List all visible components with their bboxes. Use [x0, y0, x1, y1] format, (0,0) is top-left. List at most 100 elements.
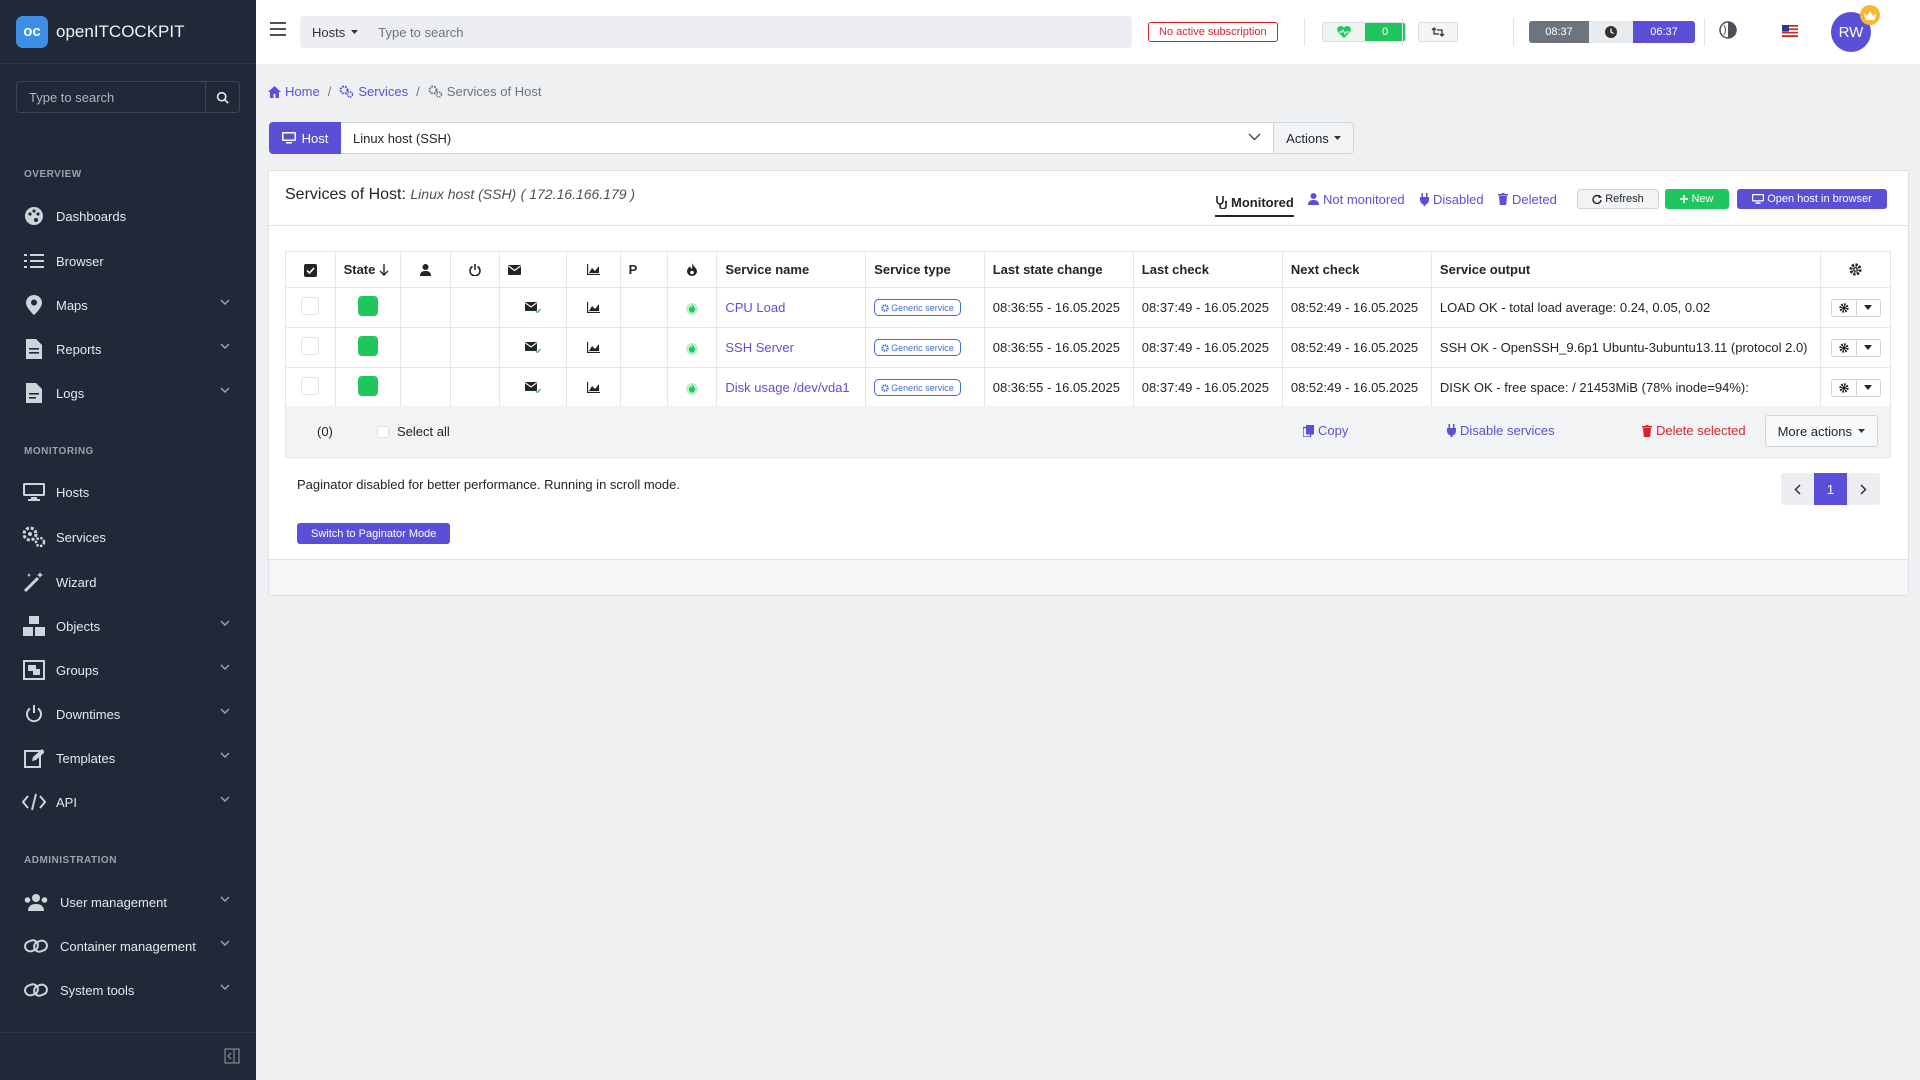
graph-cell[interactable] [566, 367, 621, 408]
sidebar-item-hosts[interactable]: Hosts [0, 474, 256, 510]
host-select[interactable]: Linux host (SSH) [341, 122, 1274, 154]
user-icon [420, 263, 432, 276]
sidebar-item-system-tools[interactable]: System tools [0, 972, 256, 1008]
sidebar-item-logs[interactable]: Logs [0, 375, 256, 411]
sidebar-item-dashboards[interactable]: Dashboards [0, 198, 256, 234]
last-check-cell: 08:37:49 - 16.05.2025 [1132, 367, 1283, 408]
sidebar-item-browser[interactable]: Browser [0, 243, 256, 279]
us-flag-icon[interactable] [1782, 25, 1798, 37]
select-all-checkbox[interactable] [377, 425, 389, 438]
desktop-icon [281, 132, 296, 144]
sidebar-item-maps[interactable]: Maps [0, 287, 256, 323]
system-health-indicator[interactable]: 0 [1322, 22, 1406, 42]
more-actions-dropdown[interactable]: More actions [1764, 415, 1878, 447]
subscription-badge[interactable]: No active subscription [1148, 22, 1278, 42]
table-row[interactable]: Disk usage /dev/vda1 Generic service 08:… [285, 367, 1891, 408]
pagination-page[interactable]: 1 [1814, 473, 1847, 505]
sidebar-search-input[interactable] [17, 82, 205, 112]
cubes-icon [22, 614, 46, 638]
downtime-cell [449, 287, 501, 328]
select-all-toggle[interactable]: Select all [377, 424, 450, 439]
breadcrumb-services[interactable]: Services [339, 84, 408, 99]
table-row[interactable]: SSH Server Generic service 08:36:55 - 16… [285, 327, 1891, 368]
pagination-prev[interactable] [1781, 473, 1814, 505]
row-actions-dropdown[interactable] [1830, 378, 1881, 397]
sidebar-item-groups[interactable]: Groups [0, 652, 256, 688]
divider [1402, 18, 1403, 46]
menu-toggle-button[interactable] [270, 22, 286, 36]
disable-services-button[interactable]: Disable services [1447, 423, 1555, 438]
row-checkbox[interactable] [301, 337, 320, 355]
service-type-label: Generic service [891, 302, 954, 313]
open-host-in-browser-button[interactable]: Open host in browser [1737, 189, 1887, 209]
search-scope-dropdown[interactable]: Hosts [300, 16, 370, 48]
table-row[interactable]: CPU Load Generic service 08:36:55 - 16.0… [285, 287, 1891, 328]
acknowledged-column-header[interactable] [400, 251, 451, 288]
service-output-column-header[interactable]: Service output [1430, 251, 1822, 288]
row-checkbox[interactable] [301, 377, 320, 395]
row-actions-dropdown[interactable] [1830, 338, 1881, 357]
global-search-input[interactable] [370, 24, 1132, 40]
service-type-column-header[interactable]: Service type [865, 251, 985, 288]
sidebar-item-objects[interactable]: Objects [0, 608, 256, 644]
chevron-down-icon [220, 387, 230, 393]
copy-button[interactable]: Copy [1303, 423, 1348, 438]
sidebar-item-user-management[interactable]: User management [0, 884, 256, 920]
sidebar-item-reports[interactable]: Reports [0, 331, 256, 367]
sidebar-item-label: Templates [56, 750, 116, 766]
trash-icon [1642, 424, 1652, 437]
clock-display[interactable]: 08:37 06:37 [1529, 21, 1695, 43]
sidebar-item-wizard[interactable]: Wizard [0, 564, 256, 600]
gear-icon [1832, 340, 1856, 356]
next-check-column-header[interactable]: Next check [1281, 251, 1432, 288]
breadcrumb-home[interactable]: Home [268, 84, 320, 99]
pagination-next[interactable] [1847, 473, 1880, 505]
delete-selected-label: Delete selected [1656, 423, 1746, 438]
sidebar-item-label: Hosts [56, 484, 90, 500]
tab-disabled[interactable]: Disabled [1420, 189, 1484, 209]
host-button[interactable]: Host [269, 122, 341, 154]
sidebar-item-downtimes[interactable]: Downtimes [0, 696, 256, 732]
envelope-icon [508, 264, 522, 275]
flapping-column-header[interactable] [666, 251, 718, 288]
gear-icon [1832, 300, 1856, 316]
graph-column-header[interactable] [566, 251, 621, 288]
tab-not-monitored[interactable]: Not monitored [1308, 189, 1405, 209]
map-marker-icon [22, 293, 46, 317]
sidebar-item-api[interactable]: API [0, 784, 256, 820]
delete-selected-button[interactable]: Delete selected [1642, 423, 1746, 438]
select-all-header[interactable] [285, 251, 336, 288]
sync-button[interactable] [1418, 22, 1458, 42]
sidebar-item-container-management[interactable]: Container management [0, 928, 256, 964]
switch-paginator-mode-button[interactable]: Switch to Paginator Mode [297, 523, 451, 544]
sidebar-item-services[interactable]: Services [0, 519, 256, 555]
state-column-header[interactable]: State [334, 251, 402, 288]
theme-toggle-button[interactable] [1719, 21, 1737, 39]
notifications-column-header[interactable] [499, 251, 568, 288]
row-checkbox[interactable] [301, 297, 320, 315]
table-settings-header[interactable] [1820, 251, 1891, 288]
graph-cell[interactable] [566, 287, 621, 328]
last-state-change-column-header[interactable]: Last state change [983, 251, 1134, 288]
priority-column-header[interactable]: P [619, 251, 668, 288]
last-check-column-header[interactable]: Last check [1132, 251, 1283, 288]
pagination: 1 [1781, 473, 1880, 505]
sidebar-item-templates[interactable]: Templates [0, 740, 256, 776]
graph-cell[interactable] [566, 327, 621, 368]
tab-monitored[interactable]: Monitored [1215, 189, 1294, 217]
service-name-link[interactable]: CPU Load [725, 300, 785, 315]
brand[interactable]: oc openITCOCKPIT [0, 0, 256, 64]
state-cell [334, 367, 402, 408]
tab-deleted[interactable]: Deleted [1498, 189, 1557, 209]
row-actions-dropdown[interactable] [1830, 298, 1881, 317]
new-button[interactable]: New [1665, 189, 1729, 209]
collapse-sidebar-button[interactable] [224, 1048, 240, 1064]
service-name-link[interactable]: Disk usage /dev/vda1 [725, 380, 849, 395]
service-name-column-header[interactable]: Service name [716, 251, 867, 288]
actions-dropdown-button[interactable]: Actions [1274, 122, 1354, 154]
downtime-column-header[interactable] [449, 251, 501, 288]
refresh-button[interactable]: Refresh [1577, 189, 1659, 209]
service-name-link[interactable]: SSH Server [725, 340, 794, 355]
desktop-icon [1752, 194, 1765, 204]
sidebar-search-button[interactable] [205, 82, 239, 112]
